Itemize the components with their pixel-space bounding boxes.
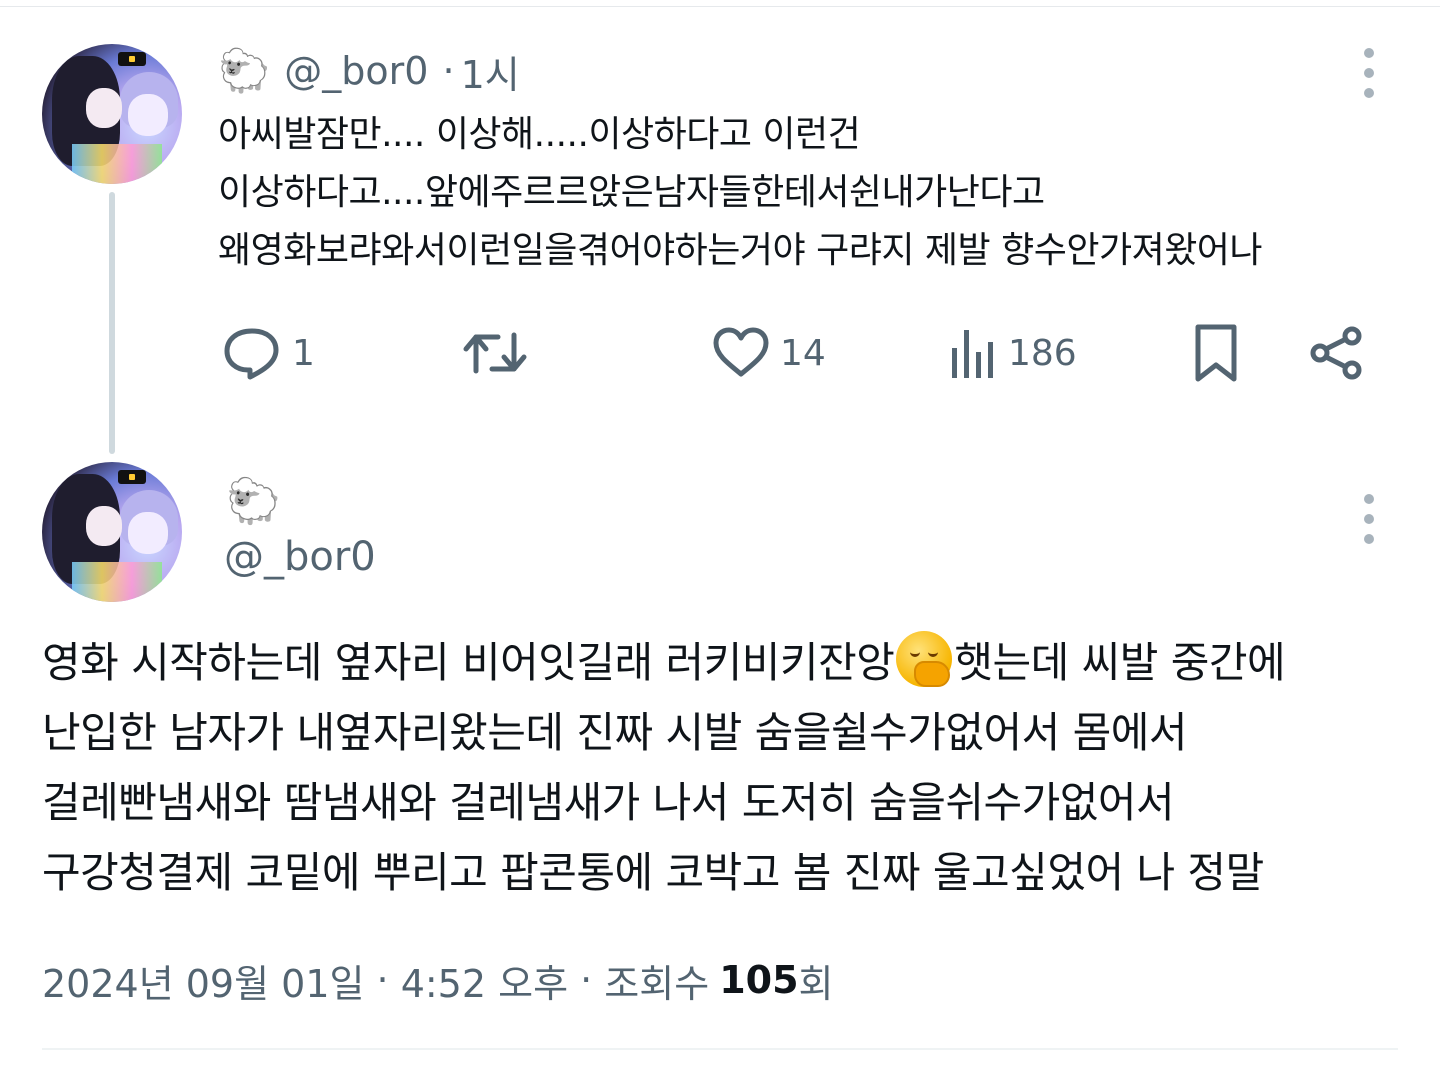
meta-separator: ·: [568, 958, 605, 1002]
like-count: 14: [780, 332, 826, 374]
tweet-text: 아씨발잠만.... 이상해.....이상하다고 이런건 이상하다고....앞에주…: [218, 106, 1378, 280]
tweet-text-segment: 햇는데 씨발 중간에: [954, 638, 1286, 687]
tweet-text-line: 구강청결제 코밑에 뿌리고 팝콘통에 코박고 봄 진짜 울고싶었어 나 정말: [42, 848, 1264, 897]
face-with-hand-over-mouth-icon: [896, 631, 953, 687]
more-options-button[interactable]: [1362, 48, 1376, 98]
tweet-time[interactable]: 4:52 오후: [401, 953, 568, 1008]
reply-count: 1: [292, 332, 315, 374]
views-label: 조회수: [604, 961, 710, 1006]
user-handle[interactable]: @_bor0: [284, 49, 428, 93]
avatar[interactable]: [42, 462, 182, 602]
reply-bubble-icon: [224, 328, 279, 380]
tweet-text-line: 영화 시작하는데 옆자리 비어잇길래 러키비키잔앙 햇는데 씨발 중간에: [42, 628, 1412, 698]
views-button[interactable]: 186: [950, 318, 1077, 388]
tweet-date[interactable]: 2024년 09월 01일: [42, 953, 364, 1008]
sheep-emoji: 🐑: [218, 46, 271, 95]
bottom-divider: [42, 1048, 1398, 1050]
share-button[interactable]: [1308, 318, 1364, 388]
tweet-text-segment: 영화 시작하는데 옆자리 비어잇길래 러키비키잔앙: [42, 638, 895, 687]
more-vertical-icon: [1364, 494, 1374, 504]
tweet-time[interactable]: 1시: [461, 44, 520, 99]
bookmark-button[interactable]: [1192, 318, 1240, 388]
views-count: 186: [1008, 332, 1077, 374]
tweet-metadata: 2024년 09월 01일 · 4:52 오후 · 조회수 105 회: [42, 952, 833, 1008]
views-count: 105: [719, 958, 799, 1002]
tweet-text-line: 난입한 남자가 내옆자리왔는데 진짜 시발 숨을쉴수가없어서 몸에서: [42, 708, 1188, 757]
thread-connector-line: [109, 192, 115, 454]
reply-button[interactable]: 1: [222, 318, 315, 388]
tweet-actions-bar: 1 14 186: [222, 318, 1372, 388]
share-icon: [1310, 326, 1362, 380]
bookmark-icon: [1195, 324, 1237, 382]
views-unit: 회: [798, 961, 834, 1006]
tweet-text-line: 걸레빤냄새와 땀냄새와 걸레냄새가 나서 도저히 숨을쉬수가없어서: [42, 778, 1175, 827]
retweet-icon: [463, 332, 527, 374]
tweet-text-line: 이상하다고....앞에주르르앉은남자들한테서쉰내가난다고: [218, 172, 1045, 213]
tweet-text-line: 아씨발잠만.... 이상해.....이상하다고 이런건: [218, 114, 861, 155]
sheep-emoji: 🐑: [226, 476, 281, 527]
tweet-header: 🐑 @_bor0 · 1시: [218, 44, 520, 98]
more-vertical-icon: [1364, 48, 1374, 58]
header-separator: ·: [442, 49, 455, 93]
user-handle[interactable]: @_bor0: [224, 534, 376, 580]
retweet-button[interactable]: [462, 318, 528, 388]
bar-chart-icon: [952, 330, 993, 378]
heart-icon: [713, 327, 769, 377]
top-divider: [0, 6, 1440, 7]
avatar[interactable]: [42, 44, 182, 184]
more-options-button[interactable]: [1362, 494, 1376, 544]
like-button[interactable]: 14: [712, 318, 826, 388]
tweet-text-line: 왜영화보랴와서이런일을겪어야하는거야 구랴지 제발 향수안가져왔어나: [218, 230, 1263, 271]
meta-separator: ·: [364, 958, 401, 1002]
tweet-text: 영화 시작하는데 옆자리 비어잇길래 러키비키잔앙 햇는데 씨발 중간에 난입한 …: [42, 628, 1412, 908]
